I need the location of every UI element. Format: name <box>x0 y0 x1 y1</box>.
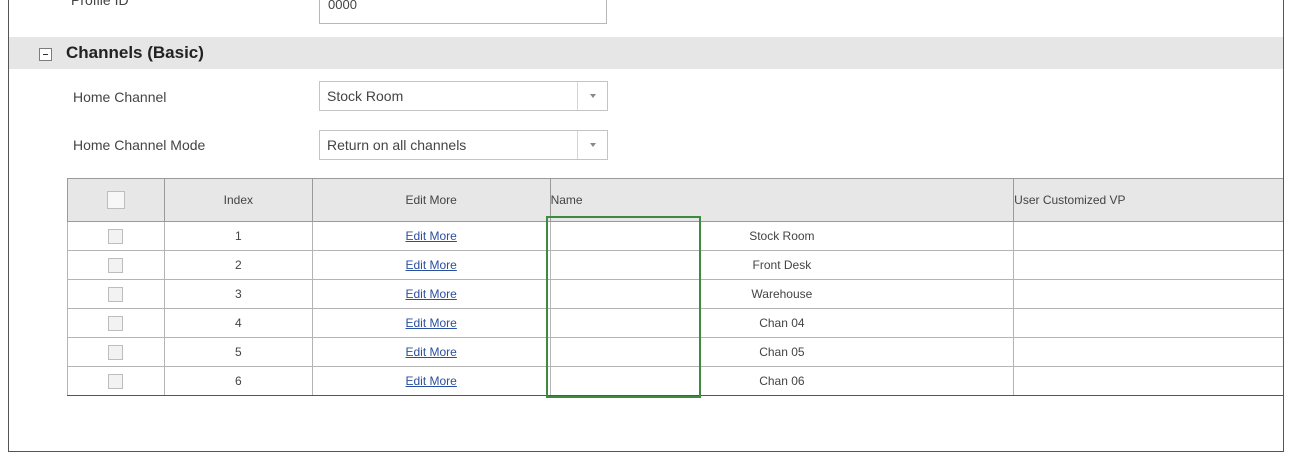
edit-more-cell: Edit More <box>311 337 551 367</box>
index-cell: 6 <box>163 366 313 396</box>
index-header: Index <box>163 178 313 222</box>
name-cell[interactable]: Front Desk <box>549 250 1015 280</box>
name-cell[interactable]: Chan 06 <box>549 366 1015 396</box>
user-customized-vp-cell[interactable] <box>1013 308 1283 338</box>
table-header-row: Index Edit More Name User Customized VP <box>67 178 1283 222</box>
edit-more-link[interactable]: Edit More <box>406 287 457 301</box>
row-checkbox-cell <box>67 279 165 309</box>
edit-more-cell: Edit More <box>311 308 551 338</box>
select-all-checkbox[interactable] <box>106 191 125 209</box>
table-row: 6 Edit More Chan 06 <box>67 366 1283 396</box>
row-checkbox[interactable] <box>108 373 124 389</box>
edit-more-header: Edit More <box>311 178 551 222</box>
user-customized-vp-cell[interactable] <box>1013 366 1283 396</box>
user-customized-vp-cell[interactable] <box>1013 221 1283 251</box>
edit-more-link[interactable]: Edit More <box>406 258 457 272</box>
table-row: 3 Edit More Warehouse <box>67 279 1283 309</box>
row-checkbox[interactable] <box>108 228 124 244</box>
index-cell: 1 <box>163 221 313 251</box>
edit-more-cell: Edit More <box>311 279 551 309</box>
row-checkbox[interactable] <box>108 257 124 273</box>
index-cell: 4 <box>163 308 313 338</box>
index-cell: 3 <box>163 279 313 309</box>
home-channel-label: Home Channel <box>73 89 167 105</box>
profile-id-value: 0000 <box>328 0 357 12</box>
name-cell[interactable]: Chan 05 <box>549 337 1015 367</box>
table-row: 4 Edit More Chan 04 <box>67 308 1283 338</box>
row-checkbox[interactable] <box>108 286 124 302</box>
profile-id-row: Profile ID 0000 <box>9 0 1283 30</box>
user-customized-vp-cell[interactable] <box>1013 250 1283 280</box>
row-checkbox[interactable] <box>108 315 124 331</box>
home-channel-value: Stock Room <box>327 88 404 104</box>
name-cell[interactable]: Chan 04 <box>549 308 1015 338</box>
edit-more-cell: Edit More <box>311 250 551 280</box>
user-customized-vp-cell[interactable] <box>1013 279 1283 309</box>
row-checkbox-cell <box>67 337 165 367</box>
row-checkbox-cell <box>67 250 165 280</box>
chevron-down-icon[interactable] <box>577 131 607 159</box>
row-checkbox-cell <box>67 308 165 338</box>
name-header: Name <box>549 178 1015 222</box>
channels-table: Index Edit More Name User Customized VP … <box>67 178 1283 396</box>
collapse-icon[interactable] <box>39 48 52 61</box>
index-cell: 5 <box>163 337 313 367</box>
edit-more-link[interactable]: Edit More <box>406 345 457 359</box>
edit-more-link[interactable]: Edit More <box>406 374 457 388</box>
edit-more-cell: Edit More <box>311 221 551 251</box>
user-customized-vp-header: User Customized VP <box>1013 178 1283 222</box>
chevron-down-icon[interactable] <box>577 82 607 110</box>
table-row: 2 Edit More Front Desk <box>67 250 1283 280</box>
edit-more-link[interactable]: Edit More <box>406 229 457 243</box>
home-channel-mode-select[interactable]: Return on all channels <box>319 130 608 160</box>
name-cell[interactable]: Warehouse <box>549 279 1015 309</box>
user-customized-vp-cell[interactable] <box>1013 337 1283 367</box>
row-checkbox-cell <box>67 366 165 396</box>
row-checkbox[interactable] <box>108 344 124 360</box>
profile-id-field[interactable]: 0000 <box>319 0 607 24</box>
home-channel-mode-label: Home Channel Mode <box>73 137 206 153</box>
index-cell: 2 <box>163 250 313 280</box>
name-cell[interactable]: Stock Room <box>549 221 1015 251</box>
channels-panel: Profile ID 0000 Channels (Basic) Home Ch… <box>8 0 1284 452</box>
home-channel-mode-value: Return on all channels <box>327 137 467 153</box>
row-checkbox-cell <box>67 221 165 251</box>
table-row: 5 Edit More Chan 05 <box>67 337 1283 367</box>
edit-more-link[interactable]: Edit More <box>406 316 457 330</box>
section-header: Channels (Basic) <box>9 37 1283 69</box>
home-channel-select[interactable]: Stock Room <box>319 81 608 111</box>
edit-more-cell: Edit More <box>311 366 551 396</box>
select-all-header <box>67 178 165 222</box>
section-title: Channels (Basic) <box>66 43 204 62</box>
profile-id-label: Profile ID <box>71 0 129 8</box>
table-row: 1 Edit More Stock Room <box>67 221 1283 251</box>
